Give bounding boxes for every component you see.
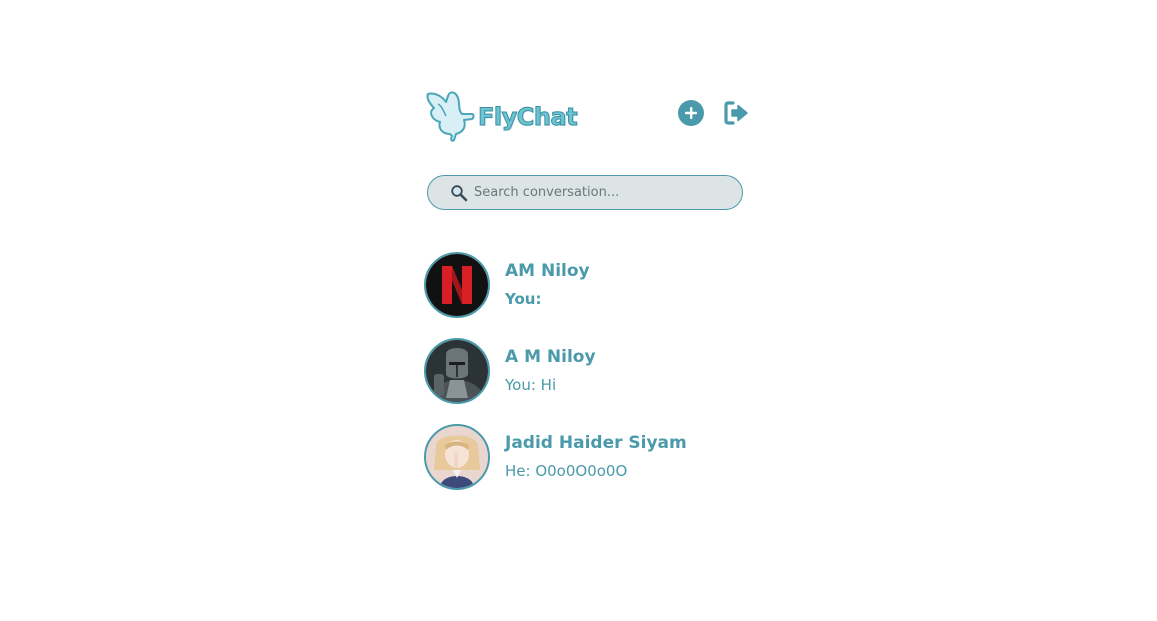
conversation-list: AM Niloy You: A M Niloy You: Hi Jadid Ha… xyxy=(424,252,754,510)
logout-icon[interactable] xyxy=(722,99,750,127)
avatar xyxy=(424,338,490,404)
conversation-item[interactable]: AM Niloy You: xyxy=(424,252,754,318)
conversation-item[interactable]: Jadid Haider Siyam He: O0o0O0o0O xyxy=(424,424,754,490)
new-conversation-button[interactable] xyxy=(678,100,704,126)
search-input[interactable] xyxy=(474,185,724,200)
conversation-name: A M Niloy xyxy=(505,347,596,367)
avatar xyxy=(424,424,490,490)
search-icon xyxy=(450,184,468,202)
bird-icon xyxy=(426,91,475,142)
conversation-preview: You: Hi xyxy=(505,376,557,394)
conversation-preview: He: O0o0O0o0O xyxy=(505,462,628,480)
header: FlyChat xyxy=(424,86,754,142)
conversation-name: Jadid Haider Siyam xyxy=(505,433,687,453)
app-name: FlyChat xyxy=(477,103,578,132)
search-bar xyxy=(427,175,743,210)
avatar xyxy=(424,252,490,318)
conversation-name: AM Niloy xyxy=(505,261,590,281)
chat-app: FlyChat Search conversation... AM Niloy … xyxy=(424,86,754,490)
conversation-preview: You: xyxy=(505,290,542,308)
plus-icon xyxy=(685,107,697,119)
conversation-item[interactable]: A M Niloy You: Hi xyxy=(424,338,754,404)
logo[interactable]: FlyChat xyxy=(424,86,578,142)
